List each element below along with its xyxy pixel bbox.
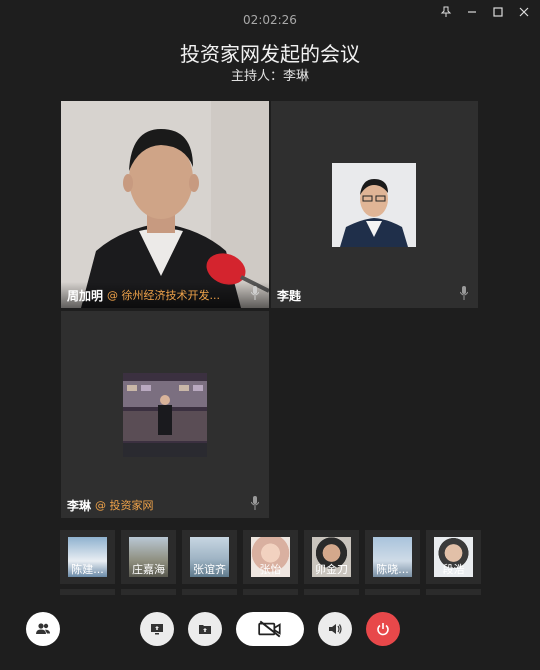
participant-thumb-label: 陈晓...: [376, 563, 409, 576]
microphone-icon: [251, 286, 259, 300]
participant-thumb[interactable]: 庄嘉海: [121, 530, 176, 584]
participant-org: @ 徐州经济技术开发...: [107, 289, 221, 302]
participant-thumb[interactable]: [121, 589, 176, 595]
power-icon: [377, 623, 389, 636]
participant-thumb[interactable]: [182, 589, 237, 595]
participant-name: 李韪: [277, 288, 302, 303]
share-file-button[interactable]: [188, 612, 222, 646]
camera-off-icon: [258, 620, 281, 638]
participant-thumb[interactable]: [365, 589, 420, 595]
participant-avatar: [123, 373, 207, 457]
participant-thumb[interactable]: 张怡: [243, 530, 298, 584]
share-file-icon: [199, 625, 211, 634]
participant-thumb[interactable]: [60, 589, 115, 595]
participant-thumb-label: 张怡: [259, 563, 282, 576]
name-bar: 李琳 @ 投资家网: [61, 492, 269, 518]
name-bar: 周加明 @ 徐州经济技术开发...: [61, 282, 269, 308]
participant-name: 周加明: [67, 288, 104, 303]
participant-strip-overflow: [60, 589, 481, 595]
speaker-button[interactable]: [318, 612, 352, 646]
participant-thumb[interactable]: 段浩: [426, 530, 481, 584]
participant-thumb-label: 张谊齐: [193, 563, 226, 576]
participant-thumb[interactable]: [304, 589, 359, 595]
share-screen-button[interactable]: [140, 612, 174, 646]
camera-toggle-button[interactable]: [236, 612, 304, 646]
video-tile-1[interactable]: 周加明 @ 徐州经济技术开发...: [61, 101, 269, 308]
participant-thumb-label: 陈建...: [71, 563, 104, 576]
share-screen-icon: [151, 624, 163, 635]
end-meeting-button[interactable]: [366, 612, 400, 646]
video-tile-3[interactable]: 李琳 @ 投资家网: [61, 311, 269, 518]
microphone-icon: [251, 496, 259, 510]
participant-avatar: [332, 163, 416, 247]
name-bar: 李韪: [271, 282, 478, 308]
participant-video: [61, 101, 269, 308]
microphone-icon: [460, 286, 468, 300]
participant-strip: 陈建... 庄嘉海 张谊齐 张怡 卯金刀 陈晓... 段浩: [60, 530, 481, 584]
participant-thumb[interactable]: 张谊齐: [182, 530, 237, 584]
participant-thumb-label: 庄嘉海: [132, 563, 165, 576]
participant-thumb[interactable]: 陈晓...: [365, 530, 420, 584]
participant-thumb[interactable]: 卯金刀: [304, 530, 359, 584]
participants-icon: [36, 623, 50, 634]
speaker-icon: [329, 624, 342, 634]
meeting-title: 投资家网发起的会议: [180, 42, 360, 66]
video-tile-2[interactable]: 李韪: [271, 101, 478, 308]
participant-thumb[interactable]: 陈建...: [60, 530, 115, 584]
participant-thumb[interactable]: [243, 589, 298, 595]
participants-button[interactable]: [26, 612, 60, 646]
participant-thumb[interactable]: [426, 589, 481, 595]
participant-thumb-label: 卯金刀: [315, 563, 348, 576]
participant-thumb-label: 段浩: [442, 563, 465, 576]
participant-name: 李琳: [67, 498, 92, 513]
host-label: 主持人：李琳: [230, 69, 309, 84]
meeting-timer: 02:02:26: [243, 13, 297, 27]
participant-org: @ 投资家网: [95, 499, 154, 512]
